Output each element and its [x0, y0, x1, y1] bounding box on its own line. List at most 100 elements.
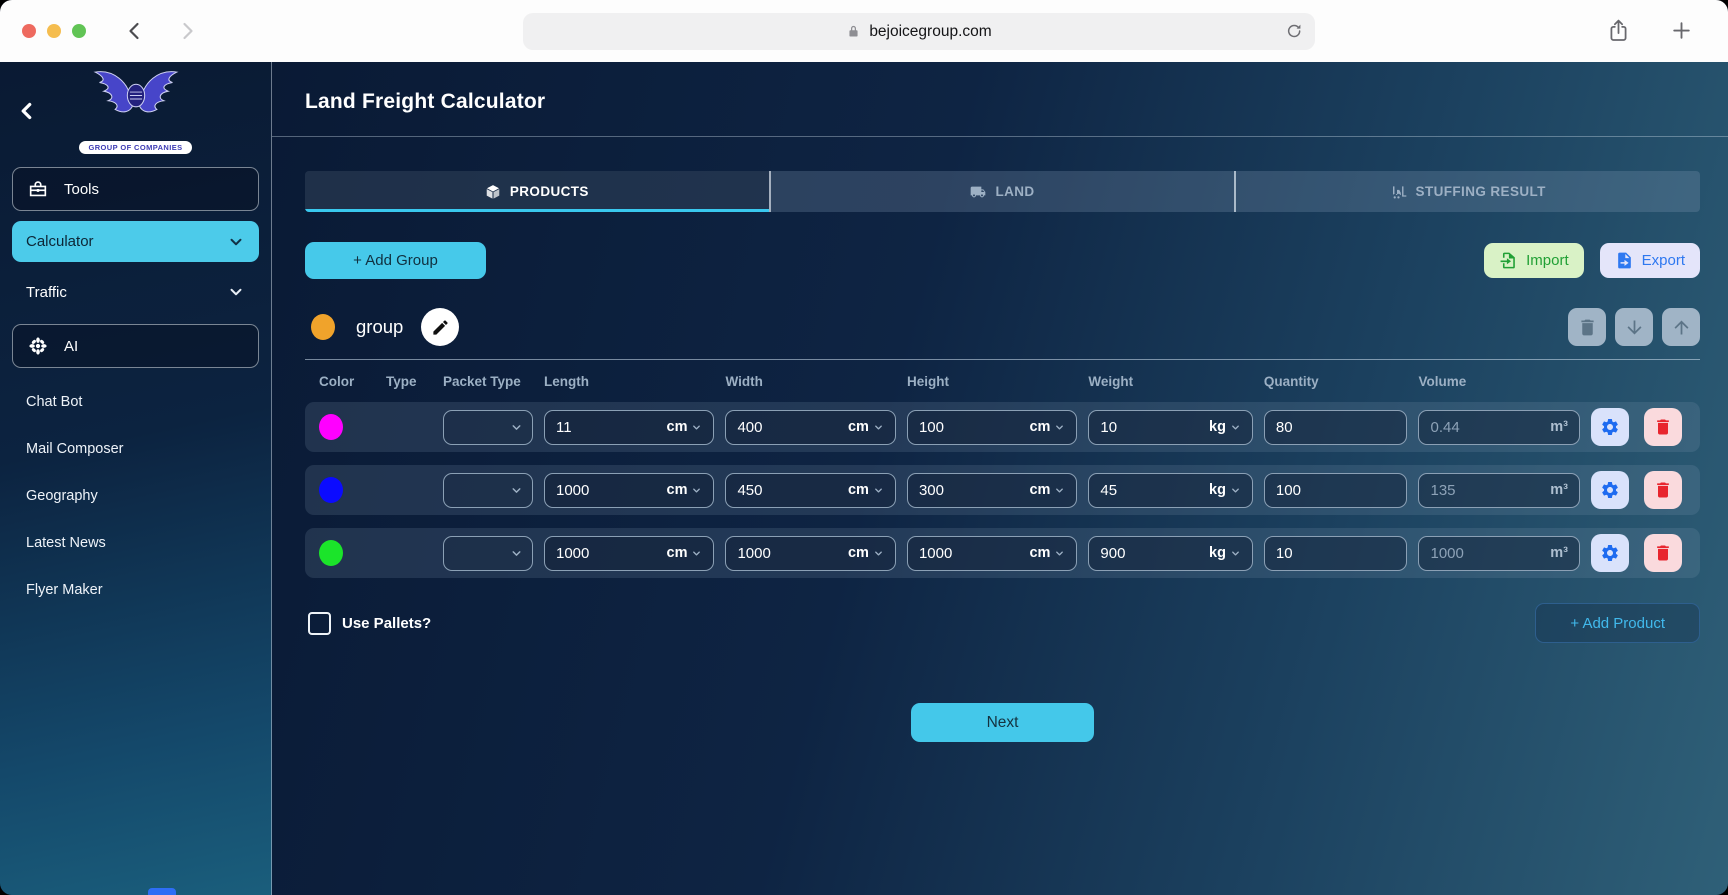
sidebar-collapse-button[interactable]: [14, 98, 40, 124]
sidebar-item-label: AI: [64, 338, 78, 355]
tab-bar: PRODUCTS LANDSTUFFING RESULT: [305, 171, 1700, 212]
weight-input-unit[interactable]: kg: [1209, 545, 1241, 561]
sidebar-item-chat-bot[interactable]: Chat Bot: [0, 382, 271, 422]
chevron-down-icon: [1054, 422, 1065, 433]
height-input[interactable]: 300cm: [907, 473, 1077, 508]
weight-input[interactable]: 900kg: [1088, 536, 1253, 571]
delete-product-button[interactable]: [1644, 534, 1682, 572]
length-input-unit[interactable]: cm: [667, 545, 703, 561]
sidebar-item-flyer-maker[interactable]: Flyer Maker: [0, 570, 271, 610]
product-settings-button[interactable]: [1591, 471, 1629, 509]
length-input-value: 1000: [556, 482, 589, 499]
packet-type-select[interactable]: [443, 536, 533, 571]
share-icon[interactable]: [1606, 18, 1631, 43]
close-window-button[interactable]: [22, 24, 36, 38]
quantity-input[interactable]: 100: [1264, 473, 1408, 508]
height-input-unit[interactable]: cm: [1029, 482, 1065, 498]
app-frame: GROUP OF COMPANIES Tools Calculator Traf: [0, 62, 1728, 895]
edit-group-button[interactable]: [421, 308, 459, 346]
weight-input[interactable]: 10kg: [1088, 410, 1253, 445]
group-actions: [1568, 308, 1700, 346]
new-tab-icon[interactable]: [1669, 18, 1694, 43]
column-header-type: Type: [386, 374, 432, 389]
length-input-value: 11: [556, 419, 572, 436]
back-button[interactable]: [123, 19, 147, 43]
sidebar-item-ai[interactable]: AI: [12, 324, 259, 368]
product-row: 11cm400cm100cm10kg800.44m³: [305, 402, 1700, 452]
forward-button[interactable]: [175, 19, 199, 43]
chevron-down-icon: [873, 548, 884, 559]
table-header-row: ColorTypePacket TypeLengthWidthHeightWei…: [305, 374, 1700, 389]
width-input-unit[interactable]: cm: [848, 545, 884, 561]
logo-caption: GROUP OF COMPANIES: [79, 141, 191, 154]
sidebar-item-calculator[interactable]: Calculator: [12, 221, 259, 262]
arrow-up-icon: [1671, 317, 1692, 338]
use-pallets-checkbox[interactable]: [308, 612, 331, 635]
next-button[interactable]: Next: [911, 703, 1094, 742]
export-button[interactable]: Export: [1600, 243, 1700, 278]
group-color-dot[interactable]: [311, 314, 335, 340]
address-bar[interactable]: bejoicegroup.com: [523, 13, 1315, 50]
sidebar-item-latest-news[interactable]: Latest News: [0, 523, 271, 563]
move-group-up-button[interactable]: [1662, 308, 1700, 346]
height-input-unit[interactable]: cm: [1029, 419, 1065, 435]
sidebar-item-traffic[interactable]: Traffic: [12, 272, 259, 312]
length-input[interactable]: 1000 cm: [544, 473, 714, 508]
length-input[interactable]: 11 cm: [544, 410, 714, 445]
quantity-input[interactable]: 80: [1264, 410, 1408, 445]
trash-icon: [1653, 480, 1673, 500]
sidebar-item-mail-composer[interactable]: Mail Composer: [0, 429, 271, 469]
delete-group-button[interactable]: [1568, 308, 1606, 346]
product-color-dot[interactable]: [319, 414, 343, 440]
volume-input-unit: m³: [1550, 482, 1568, 498]
minimize-window-button[interactable]: [47, 24, 61, 38]
volume-input-value: 1000: [1430, 545, 1463, 562]
chevron-down-icon: [1230, 485, 1241, 496]
unit-label: cm: [667, 545, 688, 561]
packet-type-select[interactable]: [443, 473, 533, 508]
add-group-button[interactable]: + Add Group: [305, 242, 486, 279]
height-input[interactable]: 100cm: [907, 410, 1077, 445]
company-logo: GROUP OF COMPANIES: [51, 66, 221, 155]
length-input[interactable]: 1000cm: [544, 536, 714, 571]
page-title: Land Freight Calculator: [272, 62, 1728, 137]
product-color-dot[interactable]: [319, 477, 343, 503]
product-settings-button[interactable]: [1591, 408, 1629, 446]
delete-product-button[interactable]: [1644, 471, 1682, 509]
width-input[interactable]: 400cm: [725, 410, 895, 445]
sidebar-item-geography[interactable]: Geography: [0, 476, 271, 516]
sidebar-item-tools[interactable]: Tools: [12, 167, 259, 211]
tab-label: PRODUCTS: [510, 184, 589, 199]
width-input-unit[interactable]: cm: [848, 482, 884, 498]
main-panel: Land Freight Calculator PRODUCTS LANDSTUF…: [272, 62, 1728, 895]
tab-stuffing-result[interactable]: STUFFING RESULT: [1236, 171, 1700, 212]
next-wrap: Next: [305, 703, 1700, 742]
zoom-window-button[interactable]: [72, 24, 86, 38]
move-group-down-button[interactable]: [1615, 308, 1653, 346]
weight-input-unit[interactable]: kg: [1209, 482, 1241, 498]
weight-input[interactable]: 45kg: [1088, 473, 1253, 508]
trash-icon: [1577, 317, 1598, 338]
import-button[interactable]: Import: [1484, 243, 1584, 278]
packet-type-select[interactable]: [443, 410, 533, 445]
add-product-button[interactable]: + Add Product: [1535, 603, 1700, 643]
delete-product-button[interactable]: [1644, 408, 1682, 446]
product-color-dot[interactable]: [319, 540, 343, 566]
tab-products[interactable]: PRODUCTS: [305, 171, 771, 212]
unit-label: kg: [1209, 482, 1226, 498]
reload-icon[interactable]: [1284, 21, 1304, 41]
width-input-unit[interactable]: cm: [848, 419, 884, 435]
height-input[interactable]: 1000cm: [907, 536, 1077, 571]
column-header-quantity: Quantity: [1264, 374, 1408, 389]
weight-input-unit[interactable]: kg: [1209, 419, 1241, 435]
product-settings-button[interactable]: [1591, 534, 1629, 572]
tab-land[interactable]: LAND: [771, 171, 1237, 212]
width-input[interactable]: 1000cm: [725, 536, 895, 571]
height-input-unit[interactable]: cm: [1029, 545, 1065, 561]
length-input-unit[interactable]: cm: [667, 419, 703, 435]
quantity-input[interactable]: 10: [1264, 536, 1408, 571]
length-input-unit[interactable]: cm: [667, 482, 703, 498]
chevron-down-icon: [691, 422, 702, 433]
width-input[interactable]: 450cm: [725, 473, 895, 508]
column-header-color: Color: [319, 374, 375, 389]
